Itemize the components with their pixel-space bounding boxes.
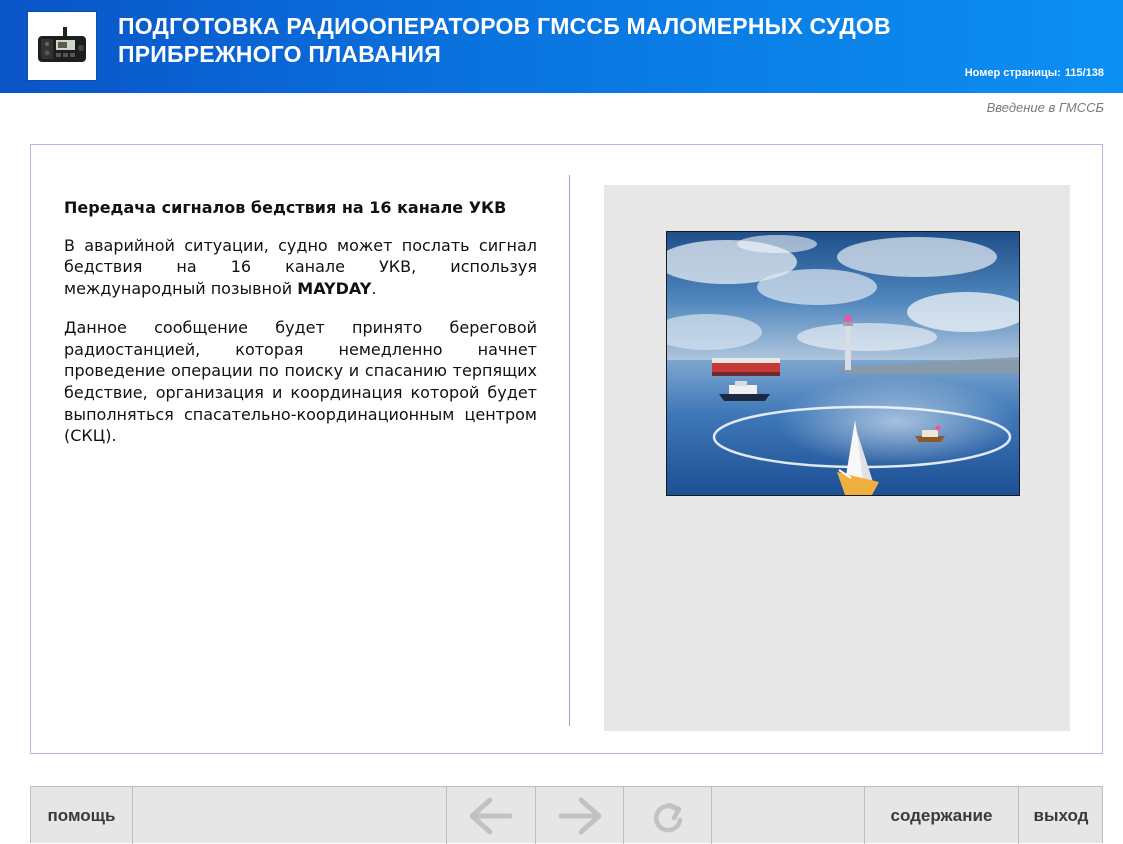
arrow-right-icon	[558, 797, 601, 834]
help-button[interactable]: помощь	[31, 787, 133, 844]
page-number-label: Номер страницы:	[964, 67, 1061, 79]
navigation-bar: помощь содержание выход	[30, 786, 1103, 844]
forward-button[interactable]	[536, 787, 624, 844]
content-heading: Передача сигналов бедствия на 16 канале …	[64, 198, 507, 217]
paragraph-2: Данное сообщение будет принято береговой…	[64, 317, 537, 446]
sea-rescue-scene	[667, 232, 1019, 495]
mayday-callsign: MAYDAY	[297, 279, 372, 299]
content-frame: Передача сигналов бедствия на 16 канале …	[30, 144, 1103, 754]
replay-button[interactable]	[624, 787, 712, 844]
media-panel	[604, 185, 1070, 731]
section-title: Введение в ГМССБ	[986, 100, 1104, 115]
nav-spacer-right	[712, 787, 865, 844]
app-title-line1: ПОДГОТОВКА РАДИООПЕРАТОРОВ ГМССБ МАЛОМЕР…	[118, 13, 891, 39]
contents-button[interactable]: содержание	[865, 787, 1019, 844]
illustration-image	[666, 231, 1020, 496]
app-title-line2: ПРИБРЕЖНОГО ПЛАВАНИЯ	[118, 41, 441, 67]
column-divider	[569, 175, 570, 726]
paragraph-1: В аварийной ситуации, судно может послат…	[64, 235, 537, 300]
nav-spacer-left	[133, 787, 447, 844]
app-title: ПОДГОТОВКА РАДИООПЕРАТОРОВ ГМССБ МАЛОМЕР…	[118, 12, 891, 68]
page-number: Номер страницы: 115/138	[965, 67, 1104, 79]
page-number-value: 115/138	[1064, 67, 1104, 79]
logo	[27, 11, 97, 81]
text-column: Передача сигналов бедствия на 16 канале …	[64, 197, 537, 464]
back-button[interactable]	[447, 787, 536, 844]
paragraph-1-end: .	[371, 279, 377, 299]
replay-icon	[653, 802, 682, 832]
exit-button[interactable]: выход	[1019, 787, 1103, 844]
arrow-left-icon	[469, 797, 513, 834]
vhf-radio-icon	[38, 27, 86, 62]
header-bar: ПОДГОТОВКА РАДИООПЕРАТОРОВ ГМССБ МАЛОМЕР…	[0, 0, 1123, 93]
